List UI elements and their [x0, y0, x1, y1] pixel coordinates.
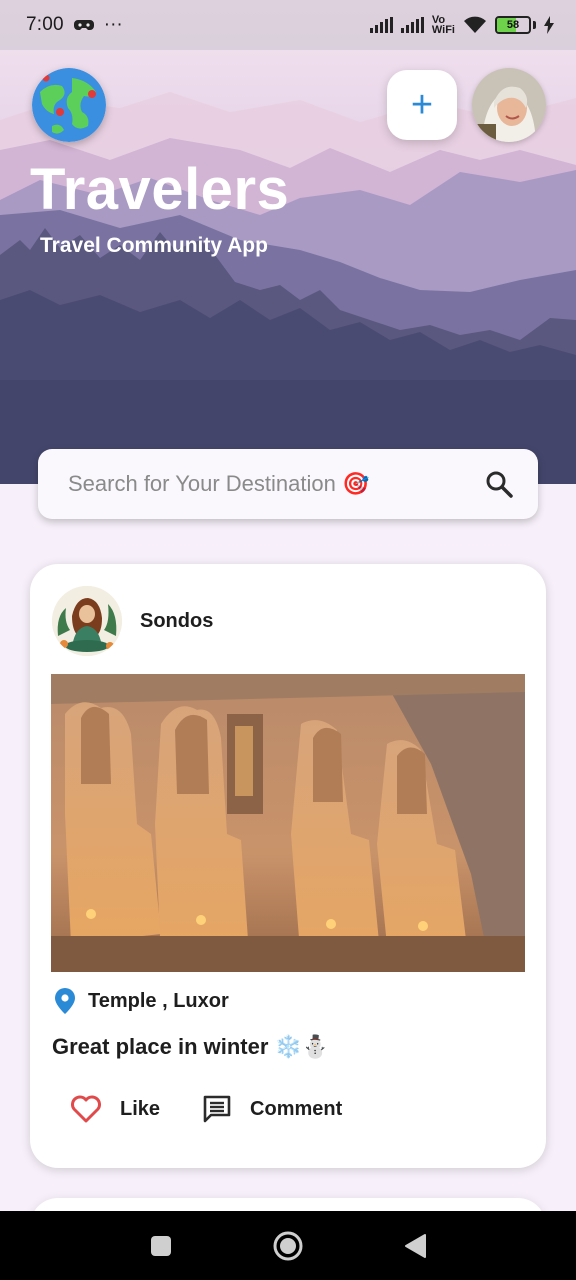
screen: 7:00 ··· Vo WiFi 58 + Travelers Travel C… — [0, 0, 576, 1280]
signal-icon-2 — [400, 17, 424, 33]
more-notifications-icon: ··· — [103, 14, 123, 35]
system-nav-bar — [0, 1211, 576, 1280]
back-triangle-icon — [405, 1233, 426, 1258]
profile-avatar[interactable] — [472, 68, 546, 142]
author-name[interactable]: Sondos — [140, 610, 213, 633]
heart-icon — [71, 1095, 101, 1123]
temple-photo — [51, 674, 525, 972]
app-subtitle: Travel Community App — [40, 234, 268, 257]
comment-button[interactable]: Comment — [202, 1094, 342, 1124]
search-input[interactable] — [68, 471, 484, 497]
post-caption: Great place in winter ❄️⛄ — [52, 1034, 330, 1059]
search-bar — [38, 449, 538, 519]
back-button[interactable] — [399, 1230, 431, 1262]
comment-icon — [203, 1095, 231, 1123]
app-title: Travelers — [30, 157, 290, 222]
charging-bolt-icon — [544, 16, 554, 34]
user-photo — [472, 68, 546, 142]
author-avatar[interactable] — [52, 586, 122, 656]
search-icon[interactable] — [484, 469, 514, 499]
like-button[interactable]: Like — [70, 1095, 160, 1123]
vowifi-indicator: Vo WiFi — [431, 14, 455, 36]
status-bar: 7:00 ··· Vo WiFi 58 — [0, 0, 576, 50]
location-pin-icon — [55, 988, 75, 1014]
square-icon — [151, 1235, 171, 1256]
author-illustration — [52, 586, 122, 656]
post-actions: Like Comment — [70, 1094, 342, 1124]
home-circle-icon — [273, 1231, 303, 1260]
location-row: Temple , Luxor — [54, 988, 229, 1014]
wifi-icon — [464, 16, 486, 33]
location-text: Temple , Luxor — [88, 989, 229, 1012]
battery-icon: 58 — [495, 16, 531, 34]
comment-label: Comment — [250, 1097, 343, 1120]
like-label: Like — [120, 1097, 161, 1120]
signal-icon — [369, 17, 393, 33]
status-time: 7:00 — [26, 14, 64, 35]
home-button[interactable] — [272, 1230, 304, 1262]
game-controller-icon — [73, 20, 94, 30]
add-post-button[interactable]: + — [387, 70, 457, 140]
post-card: Sondos Temple , Luxor Great place in win… — [30, 564, 546, 1168]
post-image[interactable] — [51, 674, 525, 972]
recents-button[interactable] — [145, 1230, 177, 1262]
globe-icon — [32, 68, 106, 142]
globe-logo — [32, 68, 106, 142]
